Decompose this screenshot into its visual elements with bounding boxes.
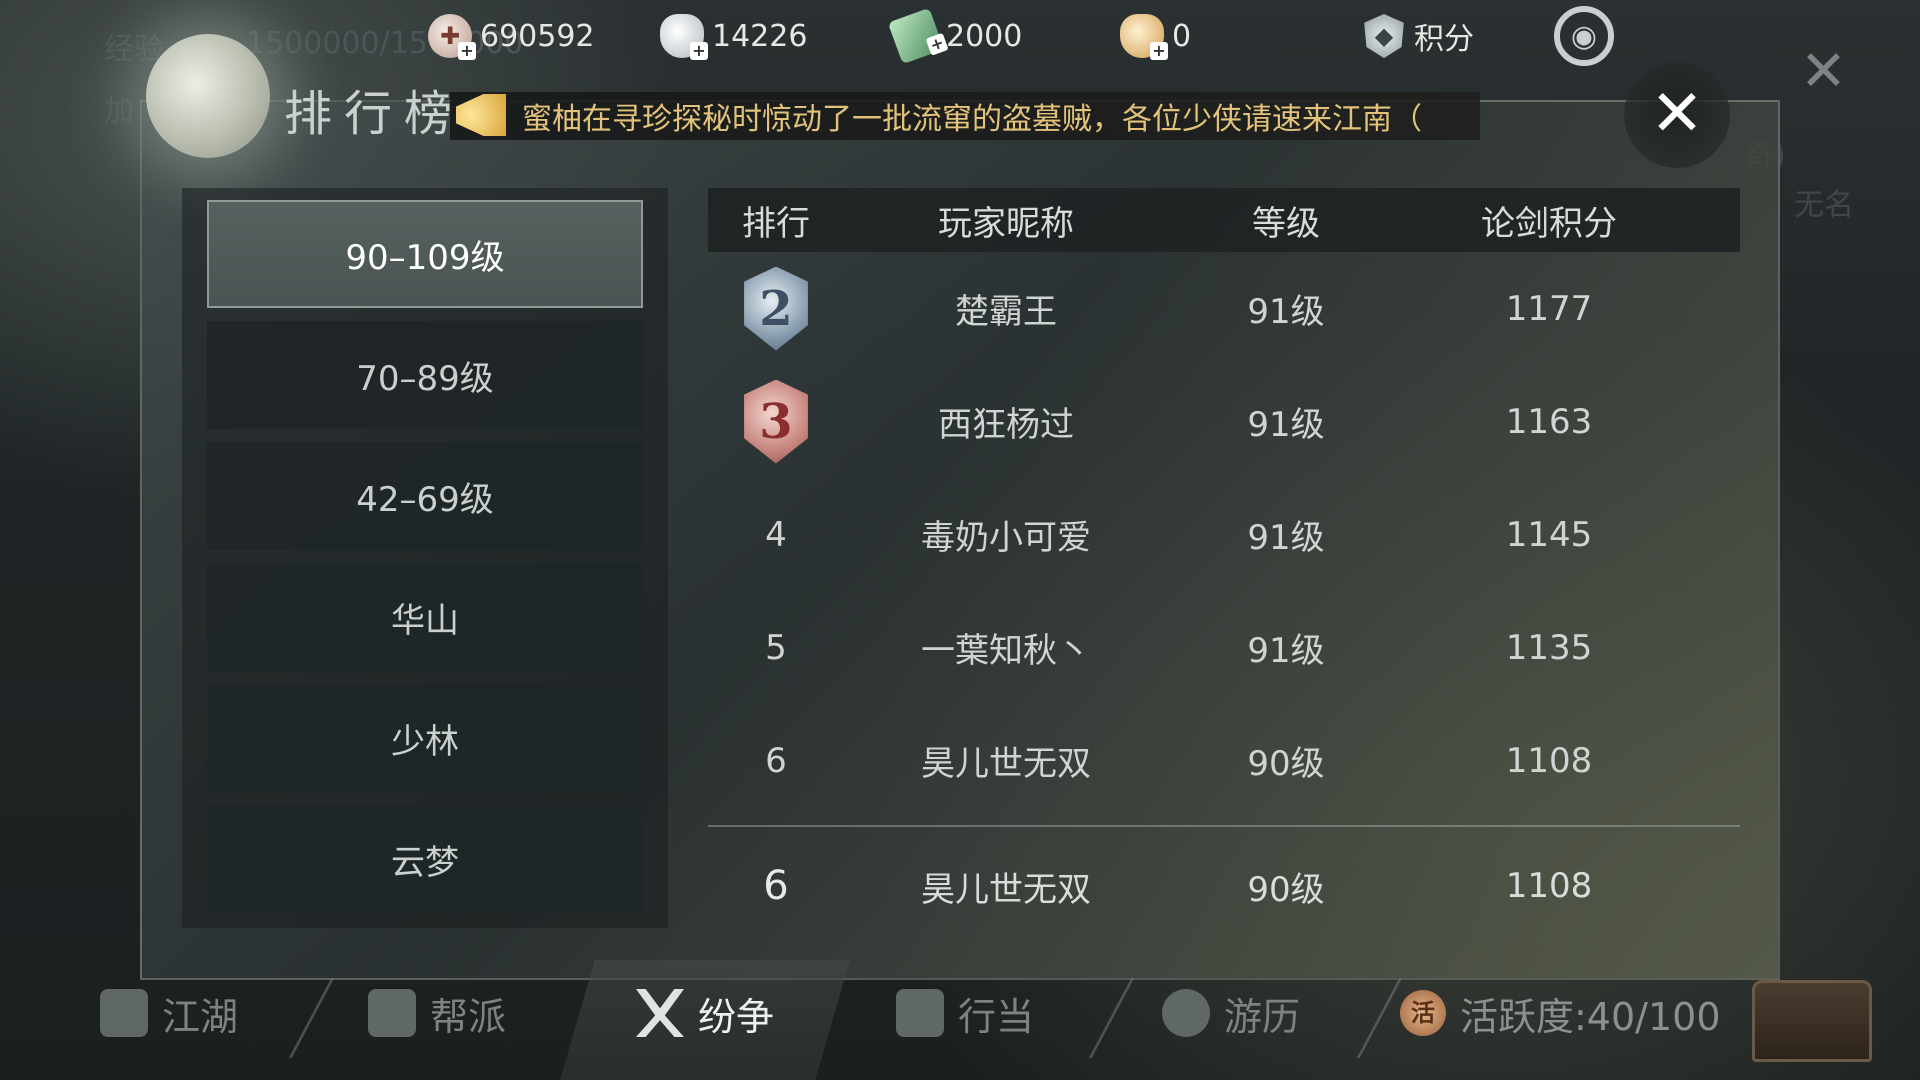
- rank-bronze-badge-icon: 3: [744, 379, 808, 464]
- magnifier-icon: [1162, 989, 1210, 1037]
- header-name: 玩家昵称: [938, 203, 1074, 244]
- player-score: 1108: [1505, 740, 1593, 781]
- gold-value: 0: [1172, 18, 1192, 54]
- currency-jade[interactable]: + 2000: [887, 7, 1023, 65]
- gold-ingot-icon: +: [1120, 14, 1168, 60]
- table-row[interactable]: 6 昊儿世无双 90级 1108: [708, 704, 1740, 817]
- top-bar: ✚ + 690592 + 14226 + 2000 + 0 ◆ 积分 ◉ ✕: [0, 0, 1920, 100]
- currency-coin[interactable]: ✚ + 690592: [428, 12, 595, 60]
- jade-value: 2000: [946, 18, 1023, 54]
- activity-icon: 活: [1400, 990, 1446, 1036]
- my-name: 昊儿世无双: [921, 869, 1091, 910]
- nav-profession[interactable]: 行当: [896, 980, 1034, 1046]
- coin-value: 690592: [480, 18, 595, 54]
- header-score: 论剑积分: [1481, 203, 1617, 244]
- add-label: 加: [104, 94, 134, 129]
- nav-dispute[interactable]: 纷争: [636, 980, 774, 1046]
- player-rank: 4: [765, 514, 787, 555]
- nav-label: 江湖: [162, 994, 239, 1039]
- panel-title: 排行榜: [284, 86, 465, 142]
- player-level: 91级: [1247, 518, 1325, 558]
- background-close-icon: ✕: [1800, 39, 1847, 104]
- jade-icon: +: [887, 7, 949, 65]
- coin-icon: ✚ +: [428, 14, 476, 60]
- bg-right-name: 无名: [1794, 188, 1854, 223]
- activity-label: 活跃度:40/100: [1460, 994, 1721, 1039]
- table-row[interactable]: 5 一葉知秋丶 91级 1135: [708, 591, 1740, 704]
- crossed-swords-icon: [636, 989, 684, 1037]
- settings-gear-icon[interactable]: ◉: [1554, 6, 1614, 66]
- silver-ingot-icon: +: [660, 14, 708, 60]
- tab-huashan[interactable]: 华山: [207, 563, 643, 671]
- points-button[interactable]: ◆ 积分: [1362, 12, 1474, 60]
- nav-guild[interactable]: 帮派: [368, 980, 506, 1046]
- player-level: 91级: [1247, 405, 1325, 445]
- header-rank: 排行: [742, 203, 810, 244]
- tab-70-89[interactable]: 70–89级: [207, 321, 643, 429]
- guild-icon: [368, 989, 416, 1037]
- treasure-chest-icon[interactable]: [1752, 980, 1872, 1062]
- activity-meter[interactable]: 活 活跃度:40/100: [1400, 980, 1721, 1046]
- close-button[interactable]: ✕: [1624, 62, 1730, 168]
- silver-value: 14226: [712, 18, 808, 54]
- tab-yunmeng[interactable]: 云梦: [207, 805, 643, 913]
- my-level: 90级: [1247, 869, 1325, 910]
- currency-gold[interactable]: + 0: [1120, 12, 1191, 60]
- player-level: 90级: [1247, 744, 1325, 784]
- announcement-marquee: 蜜柚在寻珍探秘时惊动了一批流窜的盗墓贼，各位少侠请速来江南（: [450, 92, 1480, 140]
- map-scroll-icon: [100, 989, 148, 1037]
- header-level: 等级: [1252, 203, 1320, 244]
- points-badge-icon: ◆: [1364, 14, 1404, 58]
- table-row[interactable]: 2 楚霸王 91级 1177: [708, 252, 1740, 365]
- currency-silver[interactable]: + 14226: [660, 12, 807, 60]
- nav-label: 纷争: [698, 994, 775, 1039]
- player-score: 1177: [1505, 288, 1593, 329]
- player-score: 1163: [1505, 401, 1593, 442]
- ranking-table: 排行 玩家昵称 等级 论剑积分 2 楚霸王 91级 1177 3 西狂杨过 91…: [708, 188, 1740, 928]
- player-name: 毒奶小可爱: [921, 518, 1091, 558]
- nav-label: 行当: [958, 994, 1035, 1039]
- points-label: 积分: [1414, 22, 1474, 57]
- my-rank: 6: [763, 863, 789, 909]
- player-rank: 6: [765, 740, 787, 781]
- player-rank: 5: [765, 627, 787, 668]
- player-name: 楚霸王: [955, 292, 1057, 332]
- table-row[interactable]: 3 西狂杨过 91级 1163: [708, 365, 1740, 478]
- player-level: 91级: [1247, 631, 1325, 671]
- player-score: 1145: [1505, 514, 1593, 555]
- profession-icon: [896, 989, 944, 1037]
- nav-label: 帮派: [430, 994, 507, 1039]
- player-name: 昊儿世无双: [921, 744, 1091, 784]
- my-rank-row: 6 昊儿世无双 90级 1108: [708, 827, 1740, 945]
- nav-label: 游历: [1224, 994, 1301, 1039]
- nav-travel[interactable]: 游历: [1162, 980, 1300, 1046]
- moon-icon: [146, 34, 270, 158]
- announcement-text: 蜜柚在寻珍探秘时惊动了一批流窜的盗墓贼，各位少侠请速来江南（: [522, 102, 1422, 137]
- tab-42-69[interactable]: 42–69级: [207, 442, 643, 550]
- player-score: 1135: [1505, 627, 1593, 668]
- player-name: 一葉知秋丶: [921, 631, 1091, 671]
- nav-separator: [1356, 978, 1403, 1058]
- my-score: 1108: [1505, 866, 1593, 906]
- player-name: 西狂杨过: [938, 405, 1074, 445]
- bottom-nav: 江湖 帮派 纷争 行当 游历 活 活跃度:40/100: [0, 960, 1920, 1080]
- tab-90-109[interactable]: 90–109级: [207, 200, 643, 308]
- nav-separator: [1088, 978, 1135, 1058]
- nav-separator: [288, 978, 335, 1058]
- player-level: 91级: [1247, 292, 1325, 332]
- tab-shaolin[interactable]: 少林: [207, 684, 643, 792]
- bracket-tabs: 90–109级 70–89级 42–69级 华山 少林 云梦: [182, 188, 668, 928]
- nav-jianghu[interactable]: 江湖: [100, 980, 238, 1046]
- table-row[interactable]: 4 毒奶小可爱 91级 1145: [708, 478, 1740, 591]
- rank-silver-badge-icon: 2: [744, 266, 808, 351]
- table-header: 排行 玩家昵称 等级 论剑积分: [708, 188, 1740, 252]
